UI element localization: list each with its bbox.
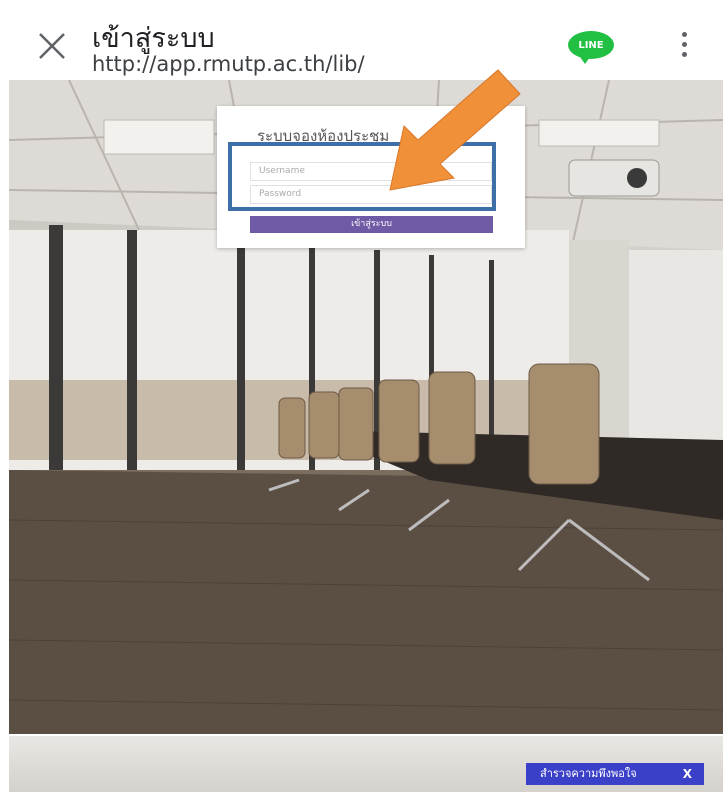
login-button[interactable]: เข้าสู่ระบบ: [250, 216, 493, 233]
page-url[interactable]: http://app.rmutp.ac.th/lib/: [92, 52, 365, 76]
survey-button[interactable]: สำรวจความพึงพอใจ X: [526, 763, 704, 785]
line-share-button[interactable]: LINE: [568, 31, 614, 64]
close-icon[interactable]: [36, 28, 70, 62]
survey-close-button[interactable]: X: [683, 763, 692, 785]
kebab-menu-icon[interactable]: [680, 32, 690, 62]
annotation-arrow-icon: [389, 69, 521, 191]
browser-top-bar: เข้าสู่ระบบ http://app.rmutp.ac.th/lib/ …: [0, 0, 723, 78]
survey-label: สำรวจความพึงพอใจ: [540, 767, 637, 780]
page-title: เข้าสู่ระบบ: [92, 23, 215, 54]
